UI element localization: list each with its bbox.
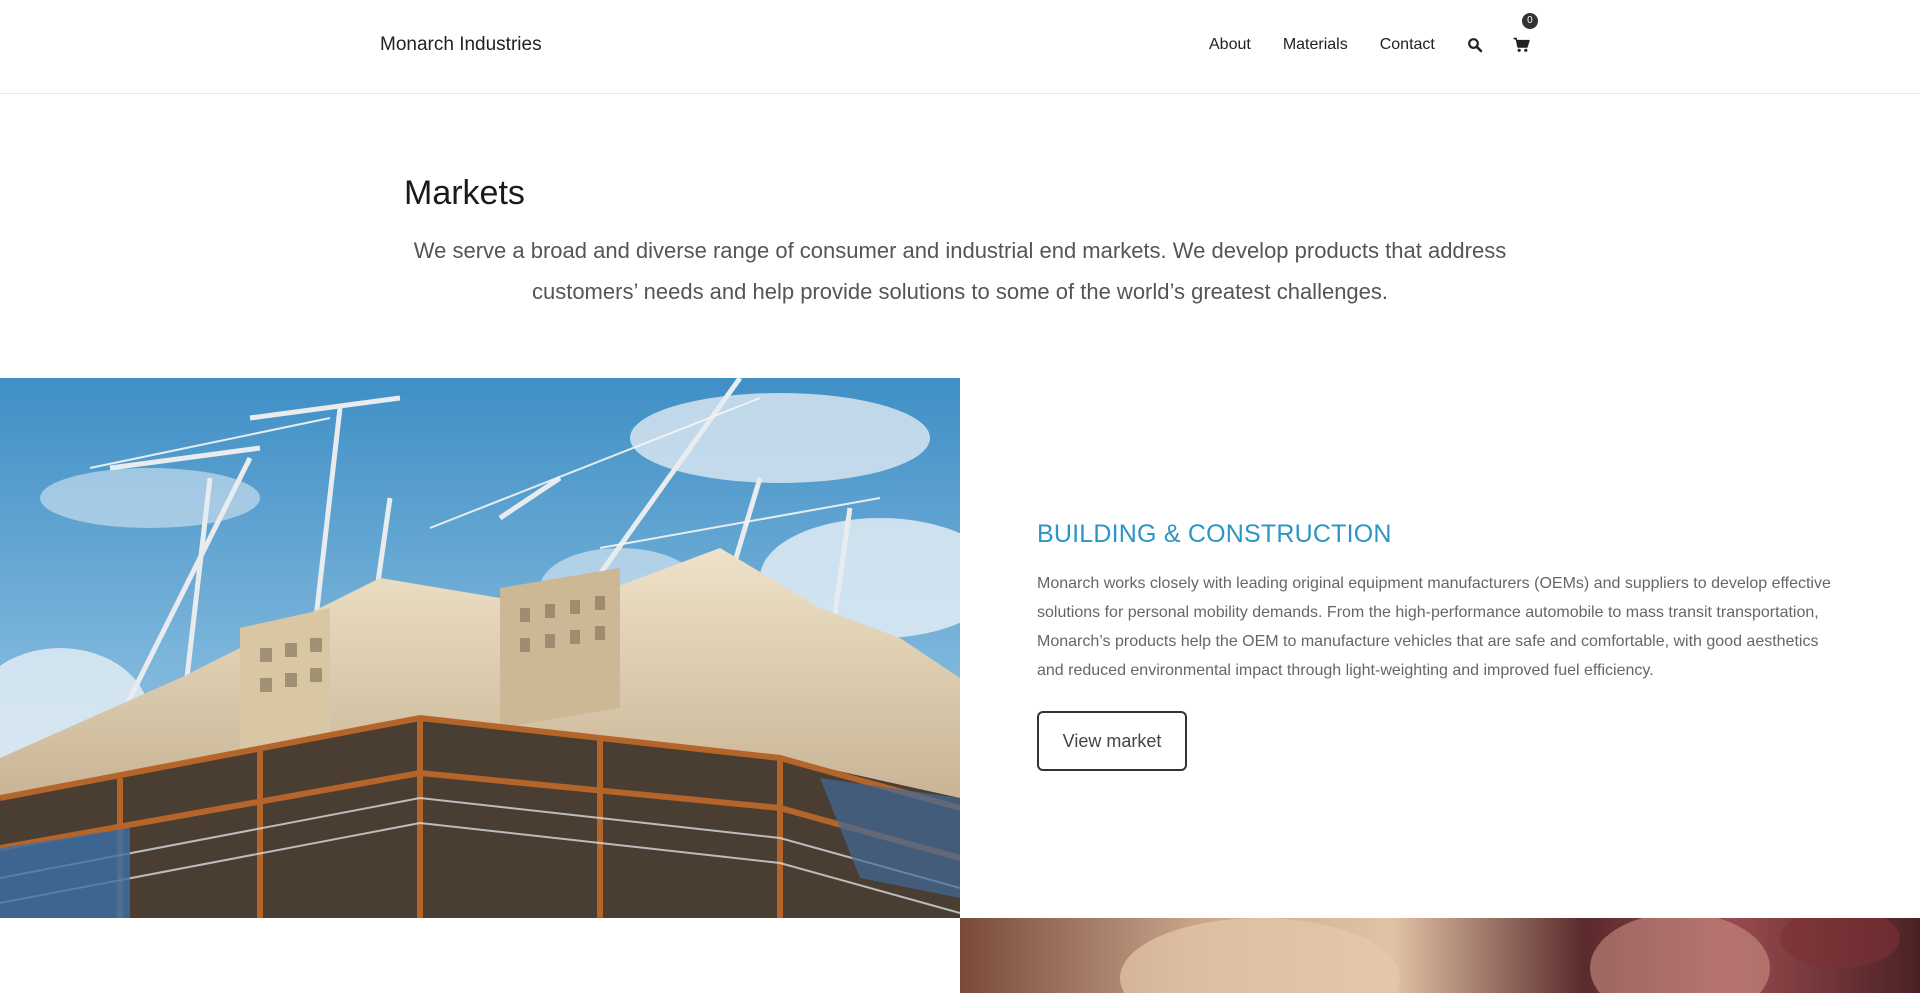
cart-count-badge: 0: [1521, 13, 1538, 29]
page-title: Markets: [404, 174, 525, 212]
view-market-button[interactable]: View market: [1037, 711, 1187, 771]
shopping-cart-icon[interactable]: 0: [1513, 13, 1538, 53]
nav-link-materials[interactable]: Materials: [1283, 36, 1348, 54]
main-nav: About Materials Contact 0: [1209, 13, 1559, 54]
next-market-photo: [960, 918, 1920, 993]
nav-link-about[interactable]: About: [1209, 36, 1251, 54]
search-icon[interactable]: [1467, 37, 1483, 53]
market-title: BUILDING & CONSTRUCTION: [1037, 520, 1392, 548]
intro-text: We serve a broad and diverse range of co…: [413, 238, 1507, 304]
market-description: Monarch works closely with leading origi…: [1037, 575, 1831, 679]
construction-cranes-photo: [0, 378, 960, 918]
site-header: Monarch Industries About Materials Conta…: [0, 0, 1920, 94]
nav-link-contact[interactable]: Contact: [1380, 36, 1435, 54]
brand-logo-link[interactable]: Monarch Industries: [380, 34, 542, 56]
market-content: BUILDING & CONSTRUCTION Monarch works cl…: [1037, 520, 1837, 771]
